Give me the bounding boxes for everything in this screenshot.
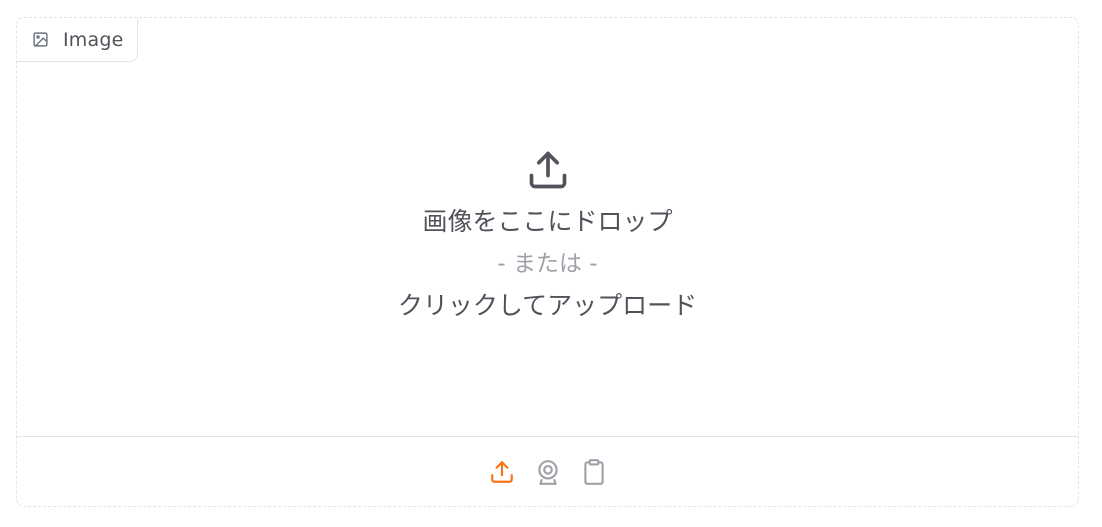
upload-source-button[interactable]: [489, 456, 515, 488]
drop-zone[interactable]: 画像をここにドロップ - または - クリックしてアップロード: [17, 62, 1078, 438]
or-separator: - または -: [497, 251, 598, 277]
click-to-upload-text: クリックしてアップロード: [397, 291, 698, 320]
image-icon: [32, 31, 49, 48]
source-selector: [17, 436, 1078, 506]
image-upload-panel: Image 画像をここにドロップ - または - クリックしてアップロード: [16, 17, 1079, 507]
upload-icon: [526, 148, 570, 192]
drop-text: 画像をここにドロップ: [422, 207, 673, 236]
upload-icon: [489, 459, 515, 485]
webcam-icon: [535, 458, 561, 486]
webcam-source-button[interactable]: [535, 456, 561, 488]
component-label-text: Image: [63, 28, 124, 51]
clipboard-source-button[interactable]: [581, 456, 607, 488]
clipboard-icon: [581, 458, 607, 486]
component-label: Image: [17, 18, 138, 62]
